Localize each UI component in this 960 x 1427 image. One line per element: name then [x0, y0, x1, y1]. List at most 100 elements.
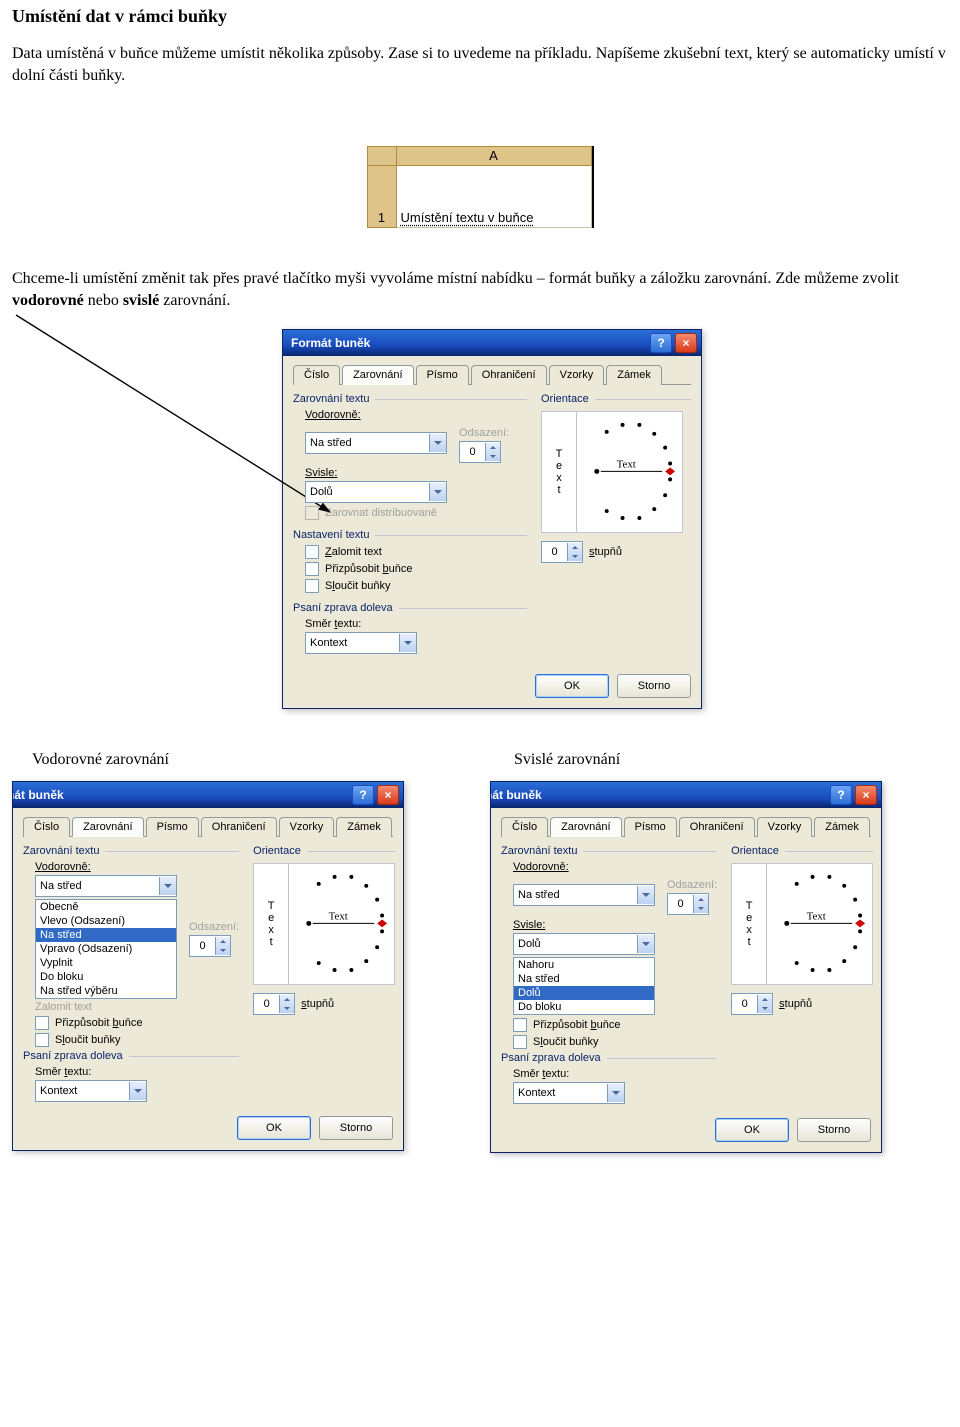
tab-protection[interactable]: Zámek: [336, 817, 392, 837]
tab-border[interactable]: Ohraničení: [201, 817, 277, 837]
close-icon[interactable]: ×: [675, 333, 697, 353]
list-item[interactable]: Vlevo (Odsazení): [36, 914, 176, 928]
spinner-indent[interactable]: 0: [189, 935, 231, 957]
label-horizontal: Vodorovně:: [35, 861, 239, 873]
cancel-button[interactable]: Storno: [797, 1118, 871, 1142]
tab-font[interactable]: Písmo: [416, 365, 469, 385]
combo-vertical-value: Dolů: [306, 486, 429, 498]
combo-horizontal-listbox[interactable]: Obecně Vlevo (Odsazení) Na střed Vpravo …: [35, 899, 177, 999]
ok-button[interactable]: OK: [237, 1116, 311, 1140]
orientation-control[interactable]: Text: [541, 411, 683, 533]
combo-text-direction[interactable]: Kontext: [305, 632, 417, 654]
help-icon[interactable]: ?: [830, 785, 852, 805]
chevron-down-icon[interactable]: [220, 946, 226, 955]
ok-button[interactable]: OK: [715, 1118, 789, 1142]
svg-text:Text: Text: [807, 911, 826, 923]
checkbox-shrink[interactable]: Přizpůsobit buňce: [35, 1016, 239, 1030]
list-item[interactable]: Do bloku: [514, 1000, 654, 1014]
spinner-degrees[interactable]: 0: [731, 993, 773, 1015]
dialog-titlebar[interactable]: rmát buněk ? ×: [13, 782, 403, 808]
label-horizontal: Vodorovně:: [513, 861, 717, 873]
tab-protection[interactable]: Zámek: [814, 817, 870, 837]
chevron-down-icon[interactable]: [637, 935, 654, 953]
dialog-titlebar[interactable]: rmát buněk ? ×: [491, 782, 881, 808]
checkbox-merge[interactable]: Sloučit buňky: [35, 1033, 239, 1047]
cancel-button[interactable]: Storno: [617, 674, 691, 698]
combo-vertical-listbox[interactable]: Nahoru Na střed Dolů Do bloku: [513, 957, 655, 1015]
tab-number[interactable]: Číslo: [501, 817, 548, 837]
combo-horizontal[interactable]: Na střed: [305, 432, 447, 454]
checkbox-shrink[interactable]: Přizpůsobit buňce: [513, 1018, 717, 1032]
group-rtl: Psaní zprava doleva: [23, 1050, 123, 1062]
combo-text-direction[interactable]: Kontext: [513, 1082, 625, 1104]
tab-protection[interactable]: Zámek: [606, 365, 662, 385]
chevron-up-icon[interactable]: [490, 443, 496, 452]
combo-vertical[interactable]: Dolů: [513, 933, 655, 955]
chevron-down-icon[interactable]: [429, 483, 446, 501]
dialog-vertical-open: rmát buněk ? × Číslo Zarovnání Písmo Ohr…: [490, 781, 882, 1153]
tab-patterns[interactable]: Vzorky: [279, 817, 335, 837]
help-icon[interactable]: ?: [650, 333, 672, 353]
checkbox-merge[interactable]: Sloučit buňky: [513, 1035, 717, 1049]
tab-border[interactable]: Ohraničení: [471, 365, 547, 385]
checkbox-wrap[interactable]: ZZalomit textalomit text: [305, 545, 527, 559]
chevron-down-icon[interactable]: [129, 1082, 146, 1100]
tab-patterns[interactable]: Vzorky: [549, 365, 605, 385]
chevron-up-icon[interactable]: [572, 543, 578, 552]
orientation-control[interactable]: Text Text: [253, 863, 395, 985]
combo-horizontal[interactable]: Na střed: [513, 884, 655, 906]
list-item[interactable]: Na střed: [36, 928, 176, 942]
close-icon[interactable]: ×: [377, 785, 399, 805]
list-item[interactable]: Nahoru: [514, 958, 654, 972]
orientation-vertical-text[interactable]: Text: [542, 412, 577, 532]
dialog-title-cut: rmát buněk: [12, 788, 64, 802]
chevron-down-icon[interactable]: [637, 886, 654, 904]
list-item[interactable]: Vyplnit: [36, 956, 176, 970]
chevron-down-icon[interactable]: [429, 434, 446, 452]
combo-text-direction[interactable]: Kontext: [35, 1080, 147, 1102]
spinner-degrees[interactable]: 0: [253, 993, 295, 1015]
spinner-degrees-value: 0: [542, 546, 567, 558]
list-item[interactable]: Na střed výběru: [36, 984, 176, 998]
combo-text-direction-value: Kontext: [36, 1085, 129, 1097]
help-icon[interactable]: ?: [352, 785, 374, 805]
combo-vertical[interactable]: Dolů: [305, 481, 447, 503]
chevron-up-icon[interactable]: [220, 937, 226, 946]
checkbox-merge[interactable]: Sloučit buňky: [305, 579, 527, 593]
list-item[interactable]: Do bloku: [36, 970, 176, 984]
orientation-label: Text: [617, 459, 636, 471]
chevron-down-icon[interactable]: [572, 552, 578, 561]
spinner-indent[interactable]: 0: [667, 893, 709, 915]
group-orientation: Orientace: [541, 393, 589, 405]
chevron-down-icon[interactable]: [159, 877, 176, 895]
list-item[interactable]: Vpravo (Odsazení): [36, 942, 176, 956]
checkbox-shrink[interactable]: Přizpůsobit buňce: [305, 562, 527, 576]
tab-alignment[interactable]: Zarovnání: [550, 817, 622, 837]
tab-alignment[interactable]: Zarovnání: [342, 365, 414, 385]
spinner-degrees[interactable]: 0: [541, 541, 583, 563]
tab-border[interactable]: Ohraničení: [679, 817, 755, 837]
list-item[interactable]: Obecně: [36, 900, 176, 914]
combo-horizontal-value: Na střed: [36, 880, 159, 892]
list-item[interactable]: Na střed: [514, 972, 654, 986]
orientation-control[interactable]: Text Text: [731, 863, 873, 985]
chevron-down-icon[interactable]: [607, 1084, 624, 1102]
chevron-down-icon[interactable]: [399, 634, 416, 652]
spinner-indent[interactable]: 0: [459, 441, 501, 463]
group-rtl: Psaní zprava doleva: [501, 1052, 601, 1064]
combo-horizontal[interactable]: Na střed: [35, 875, 177, 897]
excel-cell[interactable]: Umístění textu v buňce: [397, 166, 592, 228]
group-rtl: Psaní zprava doleva: [293, 602, 393, 614]
tab-patterns[interactable]: Vzorky: [757, 817, 813, 837]
ok-button[interactable]: OK: [535, 674, 609, 698]
tab-number[interactable]: Číslo: [23, 817, 70, 837]
tab-font[interactable]: Písmo: [146, 817, 199, 837]
list-item[interactable]: Dolů: [514, 986, 654, 1000]
close-icon[interactable]: ×: [855, 785, 877, 805]
tab-alignment[interactable]: Zarovnání: [72, 817, 144, 837]
tab-font[interactable]: Písmo: [624, 817, 677, 837]
p2-d: svislé: [123, 292, 159, 309]
cancel-button[interactable]: Storno: [319, 1116, 393, 1140]
tab-number[interactable]: Číslo: [293, 365, 340, 385]
chevron-down-icon[interactable]: [490, 452, 496, 461]
